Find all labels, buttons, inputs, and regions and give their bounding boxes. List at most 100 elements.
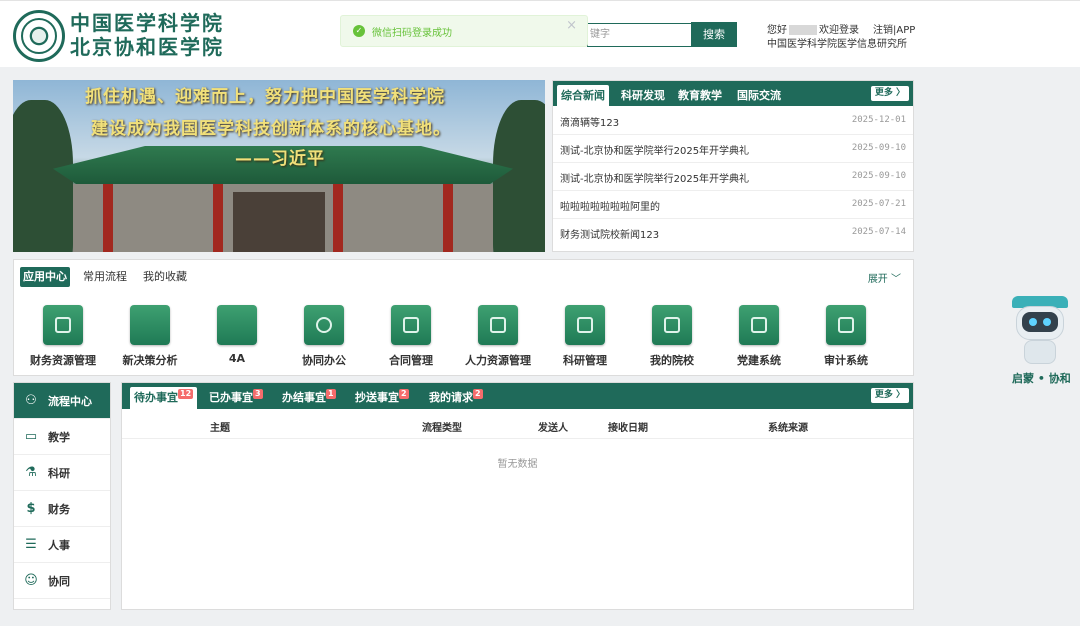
app-party-building[interactable]: 党建系统 <box>714 305 804 368</box>
sidebar-item-flow-center[interactable]: ⚇ 流程中心 <box>14 383 110 419</box>
contract-icon <box>391 305 431 345</box>
header: 中国医学科学院 北京协和医学院 键字 搜索 ✓ 微信扫码登录成功 × 您好 欢迎登… <box>0 0 1080 67</box>
sidebar-item-label: 人事 <box>48 538 70 552</box>
building-pillar <box>333 184 343 252</box>
app-decision-analysis[interactable]: 新决策分析 <box>105 305 195 368</box>
tab-label: 我的请求 <box>429 391 473 404</box>
workflow-more-button[interactable]: 更多 〉 <box>870 388 909 403</box>
sidebar-item-finance[interactable]: $ 财务 <box>14 491 110 527</box>
news-date: 2025-09-10 <box>851 171 906 181</box>
news-item[interactable]: 测试-北京协和医学院举行2025年开学典礼 2025-09-10 <box>553 135 913 163</box>
column-header: 接收日期 <box>608 423 648 434</box>
app-label: 财务资源管理 <box>30 354 96 367</box>
news-more-button[interactable]: 更多 〉 <box>870 86 909 101</box>
table-header: 主题 流程类型 发送人 接收日期 系统来源 <box>122 413 913 439</box>
sidebar-item-label: 流程中心 <box>48 394 92 408</box>
close-icon[interactable]: × <box>566 18 577 33</box>
ai-assistant-label[interactable]: 启蒙 • 协和 <box>1012 370 1071 386</box>
ai-assistant-robot-icon[interactable] <box>1008 294 1072 366</box>
redacted-username <box>789 25 817 35</box>
tab-todo[interactable]: 待办事宜 12 <box>130 387 198 409</box>
news-title[interactable]: 测试-北京协和医学院举行2025年开学典礼 <box>560 142 749 157</box>
search-input[interactable]: 键字 <box>587 23 691 47</box>
app-label: 新决策分析 <box>122 354 178 367</box>
app-center-panel: 应用中心 常用流程 我的收藏 展开 ﹀ 财务资源管理 新决策分析 4A 协同办公… <box>13 259 914 376</box>
app-4a[interactable]: 4A <box>192 305 282 365</box>
banner-slogan-line-1: 抓住机遇、迎难而上，努力把中国医学科学院 <box>85 87 445 107</box>
cooperation-icon: ☺ <box>24 572 38 588</box>
money-icon: $ <box>26 500 36 516</box>
news-title[interactable]: 啦啦啦啦啦啦啦阿里的 <box>560 198 660 213</box>
building-pillar <box>213 184 223 252</box>
app-label: 4A <box>228 352 246 365</box>
tab-app-center[interactable]: 应用中心 <box>20 267 70 287</box>
logo-line-1: 中国医学科学院 <box>70 11 224 35</box>
building-gate <box>233 192 325 252</box>
news-date: 2025-07-21 <box>851 199 906 209</box>
building-pillar <box>443 184 453 252</box>
tab-education-news[interactable]: 教育教学 <box>674 85 726 106</box>
app-research[interactable]: 科研管理 <box>540 305 630 368</box>
app-contract[interactable]: 合同管理 <box>366 305 456 368</box>
tab-label: 已办事宜 <box>209 391 253 404</box>
app-my-school[interactable]: 我的院校 <box>627 305 717 368</box>
login-success-toast: ✓ 微信扫码登录成功 × <box>340 15 588 47</box>
tab-completed[interactable]: 办结事宜 1 <box>278 387 340 409</box>
auth-icon <box>217 305 257 345</box>
count-badge: 3 <box>253 389 263 399</box>
app-label: 人力资源管理 <box>465 354 531 367</box>
count-badge: 2 <box>473 389 483 399</box>
empty-state-text: 暂无数据 <box>497 459 538 470</box>
user-actions: 注销|APP <box>873 21 915 36</box>
app-collab-office[interactable]: 协同办公 <box>279 305 369 368</box>
school-emblem-icon[interactable] <box>13 10 65 62</box>
sidebar-item-label: 教学 <box>48 430 70 444</box>
news-item[interactable]: 啦啦啦啦啦啦啦阿里的 2025-07-21 <box>553 191 913 219</box>
teaching-icon: ▭ <box>24 428 38 444</box>
sidebar-item-personnel[interactable]: ☰ 人事 <box>14 527 110 563</box>
app-label: 科研管理 <box>563 354 607 367</box>
news-item[interactable]: 滴滴辆等123 2025-12-01 <box>553 107 913 135</box>
tab-general-news[interactable]: 综合新闻 <box>557 85 609 106</box>
column-header: 流程类型 <box>422 423 462 434</box>
app-finance[interactable]: 财务资源管理 <box>18 305 108 368</box>
app-label: 协同办公 <box>302 354 346 367</box>
banner-image[interactable]: 抓住机遇、迎难而上，努力把中国医学科学院 建设成为我国医学科技创新体系的核心基地… <box>13 80 545 252</box>
news-date: 2025-09-10 <box>851 143 906 153</box>
news-item[interactable]: 测试-北京协和医学院举行2025年开学典礼 2025-09-10 <box>553 163 913 191</box>
tab-my-requests[interactable]: 我的请求 2 <box>425 387 487 409</box>
building-pillar <box>103 184 113 252</box>
tab-my-favorites[interactable]: 我的收藏 <box>140 267 190 287</box>
check-circle-icon: ✓ <box>353 25 365 37</box>
app-label: 审计系统 <box>824 354 868 367</box>
search-button[interactable]: 搜索 <box>691 22 737 47</box>
tab-label: 抄送事宜 <box>355 391 399 404</box>
sidebar: ⚇ 流程中心 ▭ 教学 ⚗ 科研 $ 财务 ☰ 人事 ☺ 协同 <box>13 382 111 610</box>
news-title[interactable]: 滴滴辆等123 <box>560 114 619 129</box>
count-badge: 1 <box>326 389 336 399</box>
sidebar-item-cooperation[interactable]: ☺ 协同 <box>14 563 110 599</box>
tab-international-news[interactable]: 国际交流 <box>733 85 785 106</box>
news-item[interactable]: 财务测试院校新闻123 2025-07-14 <box>553 219 913 247</box>
tab-done[interactable]: 已办事宜 3 <box>205 387 267 409</box>
user-organization: 中国医学科学院医学信息研究所 <box>767 39 907 50</box>
news-title[interactable]: 测试-北京协和医学院举行2025年开学典礼 <box>560 170 749 185</box>
news-title[interactable]: 财务测试院校新闻123 <box>560 226 659 241</box>
flask-icon: ⚗ <box>25 464 37 480</box>
sidebar-item-teaching[interactable]: ▭ 教学 <box>14 419 110 455</box>
workflow-tab-bar: 待办事宜 12 已办事宜 3 办结事宜 1 抄送事宜 2 我的请求 2 更多 〉 <box>122 383 913 409</box>
app-hr[interactable]: 人力资源管理 <box>453 305 543 368</box>
column-header: 发送人 <box>538 423 568 434</box>
news-date: 2025-12-01 <box>851 115 906 125</box>
analysis-icon <box>130 305 170 345</box>
site-logo-text[interactable]: 中国医学科学院 北京协和医学院 <box>70 11 224 59</box>
tab-research-news[interactable]: 科研发现 <box>617 85 669 106</box>
user-greeting: 您好 欢迎登录 <box>767 21 859 36</box>
expand-button[interactable]: 展开 ﹀ <box>868 270 901 285</box>
tab-common-flows[interactable]: 常用流程 <box>80 267 130 287</box>
sidebar-item-research[interactable]: ⚗ 科研 <box>14 455 110 491</box>
banner-slogan-author: ——习近平 <box>235 149 325 169</box>
school-icon <box>652 305 692 345</box>
app-audit[interactable]: 审计系统 <box>801 305 891 368</box>
tab-cc[interactable]: 抄送事宜 2 <box>351 387 413 409</box>
